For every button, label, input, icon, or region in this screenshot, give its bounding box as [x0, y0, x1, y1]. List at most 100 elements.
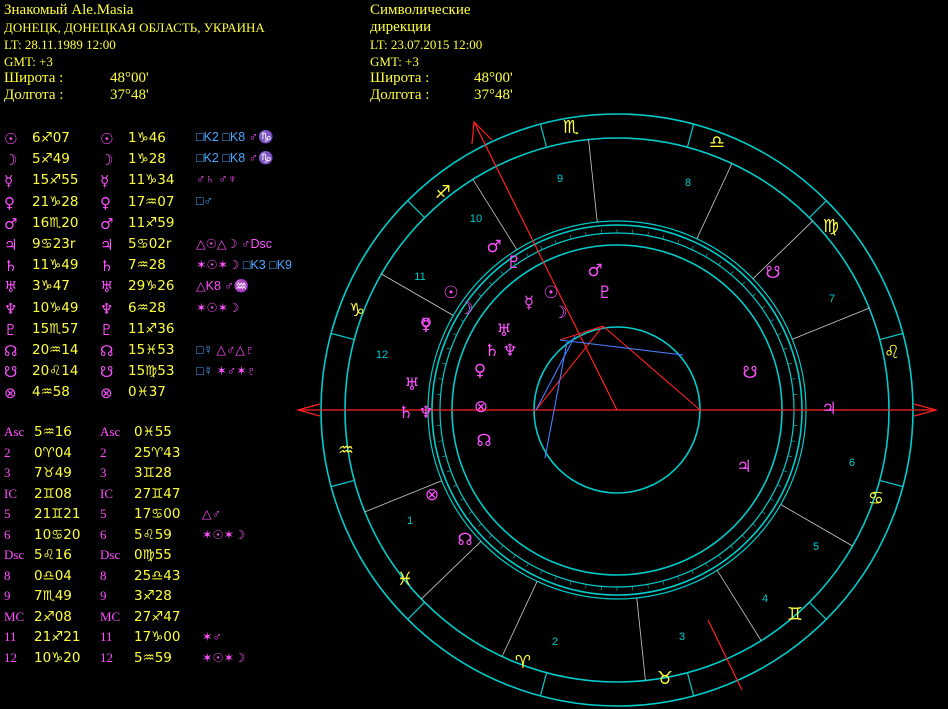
- aspect-line: [602, 325, 701, 411]
- inner-planet-glyph: ♄: [484, 341, 499, 361]
- outer-planet-glyph: ♃: [736, 457, 751, 477]
- degree-tick: [718, 261, 722, 266]
- degree-tick: [500, 545, 504, 549]
- degree-tick: [662, 580, 665, 585]
- sign-divider: [686, 123, 695, 148]
- inner-planet-glyph: ☿: [421, 315, 431, 335]
- degree-tick: [770, 498, 774, 501]
- degree-tick: [777, 484, 782, 487]
- degree-tick: [569, 235, 572, 240]
- house-number: 2: [552, 636, 558, 648]
- degree-tick: [730, 271, 734, 275]
- degree-tick: [438, 440, 443, 442]
- degree-tick: [452, 484, 457, 487]
- outer-planet-glyph: ♇: [506, 253, 521, 273]
- degree-tick: [752, 293, 756, 297]
- degree-tick: [442, 455, 447, 458]
- house-number: 9: [557, 173, 563, 185]
- outer-planet-glyph: ♄: [398, 403, 413, 423]
- degree-tick: [460, 498, 464, 501]
- house-number: 11: [414, 271, 425, 283]
- inner-planet-glyph: ☽: [552, 303, 567, 323]
- sign-divider: [808, 601, 827, 620]
- degree-tick: [569, 580, 572, 585]
- outer-planet-glyph: ♂: [486, 237, 501, 257]
- zodiac-sign-6: ♌: [884, 342, 900, 363]
- zodiac-sign-5: ♋: [868, 488, 884, 509]
- degree-tick: [787, 362, 792, 365]
- inner-planet-glyph: ☿: [524, 293, 534, 313]
- degree-tick: [647, 231, 649, 236]
- inner-planet-glyph: ☊: [476, 431, 491, 451]
- house-cusp-line: [780, 504, 853, 547]
- degree-tick: [783, 470, 788, 473]
- sign-divider: [879, 479, 904, 488]
- house-number: 10: [470, 213, 482, 225]
- outer-planet-glyph: ☋: [765, 263, 780, 283]
- zodiac-sign-9: ♏: [563, 117, 579, 138]
- house-number: 5: [813, 541, 819, 553]
- degree-tick: [741, 281, 746, 286]
- degree-tick: [460, 319, 464, 322]
- degree-tick: [691, 245, 694, 250]
- degree-tick: [787, 455, 792, 458]
- zodiac-sign-1: ♓: [397, 569, 413, 590]
- zodiac-sign-0: ♒: [338, 440, 354, 461]
- degree-tick: [777, 333, 782, 336]
- inner-planet-glyph: ☊: [457, 530, 472, 550]
- page: { "natal": { "name": "Знакомый Ale.Masia…: [0, 0, 948, 709]
- degree-tick: [540, 570, 543, 575]
- zodiac-sign-7: ♍: [823, 216, 839, 237]
- degree-tick: [647, 584, 649, 589]
- degree-tick: [791, 378, 796, 380]
- degree-tick: [540, 245, 543, 250]
- outer-planet-glyph: ☽: [458, 299, 473, 319]
- house-number: 6: [849, 457, 855, 469]
- degree-tick: [488, 534, 493, 539]
- aspect-line: [544, 341, 568, 459]
- degree-tick: [770, 319, 774, 322]
- sign-divider: [330, 479, 355, 488]
- degree-tick: [718, 554, 722, 559]
- house-number: 12: [376, 349, 388, 361]
- degree-tick: [761, 511, 766, 515]
- degree-tick: [585, 231, 587, 236]
- outer-planet-glyph: ♅: [404, 375, 419, 395]
- degree-tick: [526, 253, 529, 257]
- degree-tick: [741, 534, 746, 539]
- sign-divider: [407, 601, 426, 620]
- house-cusp-line: [588, 139, 598, 223]
- degree-tick: [500, 271, 504, 275]
- degree-tick: [730, 545, 734, 549]
- degree-tick: [488, 281, 493, 286]
- house-number: 1: [407, 515, 413, 527]
- house-number: 8: [685, 177, 691, 189]
- degree-tick: [691, 570, 694, 575]
- degree-tick: [554, 239, 557, 244]
- degree-tick: [761, 305, 766, 309]
- outer-planet-glyph: ♆: [418, 403, 433, 423]
- zodiac-sign-11: ♑: [349, 300, 365, 321]
- degree-tick: [468, 511, 473, 515]
- degree-tick: [705, 563, 708, 567]
- degree-tick: [446, 470, 451, 473]
- sign-divider: [330, 332, 355, 341]
- zodiac-sign-8: ♎: [709, 132, 725, 153]
- inner-planet-glyph: ♂: [587, 261, 602, 281]
- zodiac-sign-2: ♈: [515, 652, 531, 673]
- inner-planet-glyph: ⊗: [474, 397, 488, 417]
- degree-tick: [585, 584, 587, 589]
- zodiac-sign-4: ♊: [787, 604, 803, 625]
- house-cusp-line: [636, 597, 646, 681]
- degree-tick: [662, 235, 665, 240]
- inner-planet-glyph: ♇: [597, 283, 612, 303]
- degree-tick: [791, 440, 796, 442]
- house-number: 4: [762, 593, 768, 605]
- sign-divider: [539, 672, 548, 697]
- inner-planet-glyph: ☉: [543, 283, 558, 303]
- sign-divider: [407, 200, 426, 219]
- degree-tick: [752, 523, 756, 527]
- house-cusp-line: [696, 163, 733, 239]
- outer-planet-glyph: ☉: [443, 283, 458, 303]
- sign-divider: [539, 123, 548, 148]
